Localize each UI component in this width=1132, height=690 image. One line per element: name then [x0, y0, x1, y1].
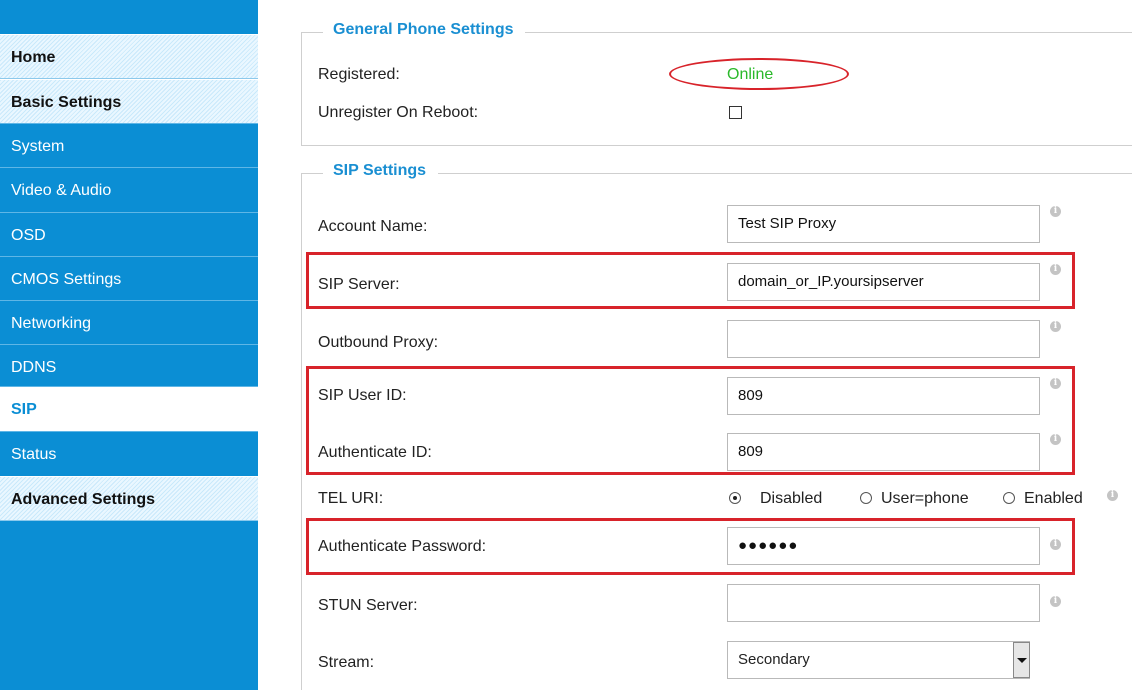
sip-settings-legend: SIP Settings: [323, 162, 439, 180]
stun-server-label: STUN Server:: [318, 597, 418, 614]
info-icon: i: [1050, 596, 1061, 607]
info-icon: i: [1107, 490, 1118, 501]
sidebar-item-system[interactable]: System: [0, 123, 258, 168]
tel-uri-disabled-radio[interactable]: [729, 492, 741, 504]
sidebar-item-advanced-settings[interactable]: Advanced Settings: [0, 476, 258, 521]
sidebar-item-basic-settings[interactable]: Basic Settings: [0, 79, 258, 124]
outbound-proxy-input[interactable]: [727, 320, 1040, 358]
stream-select-value: Secondary: [738, 651, 810, 668]
tel-uri-label: TEL URI:: [318, 490, 384, 507]
tel-uri-user-phone-label: User=phone: [881, 490, 969, 507]
sidebar-item-video-audio[interactable]: Video & Audio: [0, 167, 258, 212]
outbound-proxy-label: Outbound Proxy:: [318, 334, 439, 351]
stream-label: Stream:: [318, 654, 375, 671]
info-icon: i: [1050, 321, 1061, 332]
tel-uri-enabled-radio[interactable]: [1003, 492, 1015, 504]
sidebar-top-spacer: [0, 0, 258, 34]
password-highlight-box: [306, 518, 1075, 575]
user-id-highlight-box: [306, 366, 1075, 475]
info-icon: i: [1050, 206, 1061, 217]
unregister-on-reboot-label: Unregister On Reboot:: [318, 104, 479, 121]
sidebar-item-cmos-settings[interactable]: CMOS Settings: [0, 256, 258, 301]
sidebar-item-osd[interactable]: OSD: [0, 212, 258, 257]
account-name-input[interactable]: Test SIP Proxy: [727, 205, 1040, 243]
tel-uri-user-phone-radio[interactable]: [860, 492, 872, 504]
tel-uri-disabled-label: Disabled: [760, 490, 823, 507]
sidebar-nav: Home Basic Settings System Video & Audio…: [0, 0, 258, 690]
sidebar-item-ddns[interactable]: DDNS: [0, 344, 258, 389]
general-phone-settings-fieldset: [301, 32, 1132, 146]
sidebar-item-sip[interactable]: SIP: [0, 386, 258, 431]
stun-server-input[interactable]: [727, 584, 1040, 622]
general-phone-settings-legend: General Phone Settings: [323, 21, 526, 39]
sip-server-highlight-box: [306, 252, 1075, 309]
account-name-label: Account Name:: [318, 218, 428, 235]
sidebar-item-networking[interactable]: Networking: [0, 300, 258, 345]
registered-label: Registered:: [318, 66, 400, 83]
sidebar-item-status[interactable]: Status: [0, 431, 258, 476]
stream-select[interactable]: Secondary: [727, 641, 1030, 679]
online-highlight-ellipse: [669, 58, 849, 90]
sidebar-item-home[interactable]: Home: [0, 34, 258, 79]
unregister-on-reboot-checkbox[interactable]: [729, 106, 742, 119]
tel-uri-enabled-label: Enabled: [1024, 490, 1083, 507]
chevron-down-icon[interactable]: [1013, 642, 1030, 678]
